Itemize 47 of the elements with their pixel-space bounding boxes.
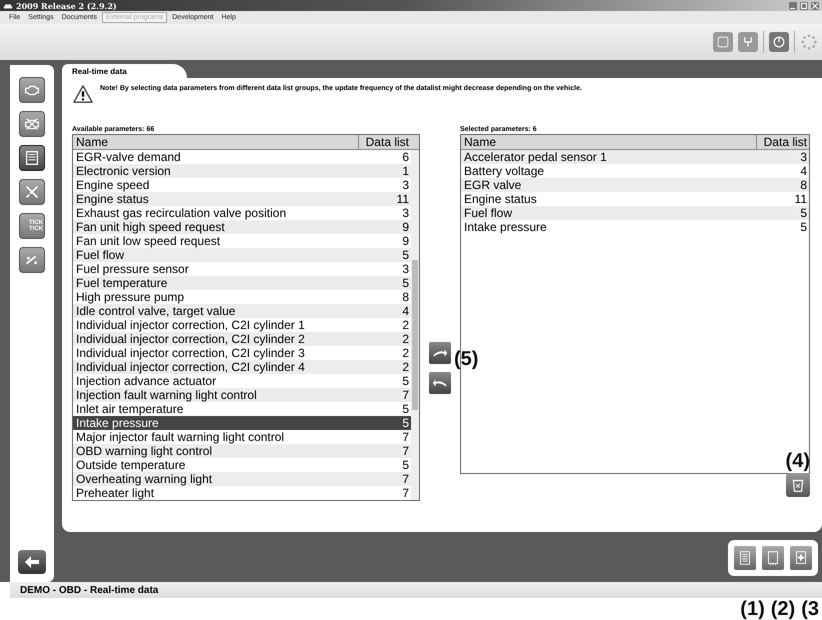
warning-icon	[72, 84, 94, 104]
list-row[interactable]: Intake pressure 5	[73, 416, 411, 430]
maximize-button[interactable]	[800, 2, 808, 10]
list-row[interactable]: Individual injector correction, C2I cylinder 2 2	[73, 332, 411, 346]
callout-label: (1)	[740, 598, 765, 620]
sidebar-button[interactable]	[19, 145, 45, 171]
plug-icon[interactable]	[738, 32, 758, 52]
list-row[interactable]: Idle control valve, target value 4	[73, 304, 411, 318]
close-button[interactable]	[811, 2, 819, 10]
column-header[interactable]: Data list	[359, 135, 411, 149]
document-icon	[23, 149, 41, 167]
callout-label: (3	[801, 598, 819, 620]
status-text: DEMO - OBD - Real-time data	[20, 584, 158, 596]
list-row[interactable]: Fuel temperature 5	[73, 276, 411, 290]
loading-icon	[800, 33, 818, 51]
sidebar-button[interactable]	[19, 77, 45, 103]
column-header[interactable]: Name	[73, 135, 359, 149]
callout-label: (4)	[786, 450, 810, 473]
list-row[interactable]: EGR valve 8	[461, 178, 809, 192]
module-button[interactable]	[762, 546, 784, 570]
minimize-button[interactable]	[789, 2, 797, 10]
add-arrow-button[interactable]	[429, 342, 451, 364]
sidebar-button[interactable]	[19, 247, 45, 273]
list-row[interactable]: Fuel flow 5	[73, 248, 411, 262]
scrollbar[interactable]	[411, 150, 419, 500]
list-row[interactable]: Individual injector correction, C2I cylinder 4 2	[73, 360, 411, 374]
list-row[interactable]: Fan unit high speed request 9	[73, 220, 411, 234]
list-row[interactable]: Electronic version 1	[73, 164, 411, 178]
column-header[interactable]: Name	[461, 135, 757, 149]
window-title: 2009 Release 2 (2.9.2)	[16, 0, 117, 10]
sidebar-button[interactable]	[19, 111, 45, 137]
list-row[interactable]: Fuel flow 5	[461, 206, 809, 220]
list-row[interactable]: Injection fault warning light control 7	[73, 388, 411, 402]
column-header[interactable]: Data list	[757, 135, 809, 149]
power-icon[interactable]	[769, 32, 789, 52]
callout-label: (2)	[770, 598, 796, 620]
list-row[interactable]: OBD warning light control 7	[73, 444, 411, 458]
back-button[interactable]	[18, 550, 46, 574]
list-button[interactable]	[734, 546, 756, 570]
list-row[interactable]: Overheating warning light 7	[73, 472, 411, 486]
remove-arrow-button[interactable]	[429, 372, 451, 394]
tab[interactable]: Real-time data	[62, 64, 187, 78]
delete-button[interactable]	[786, 473, 810, 497]
list-row[interactable]: Engine status 11	[73, 192, 411, 206]
add-module-button[interactable]	[790, 546, 812, 570]
list-row[interactable]: Accelerator pedal sensor 1 3	[461, 150, 809, 164]
sidebar-button[interactable]	[19, 179, 45, 205]
